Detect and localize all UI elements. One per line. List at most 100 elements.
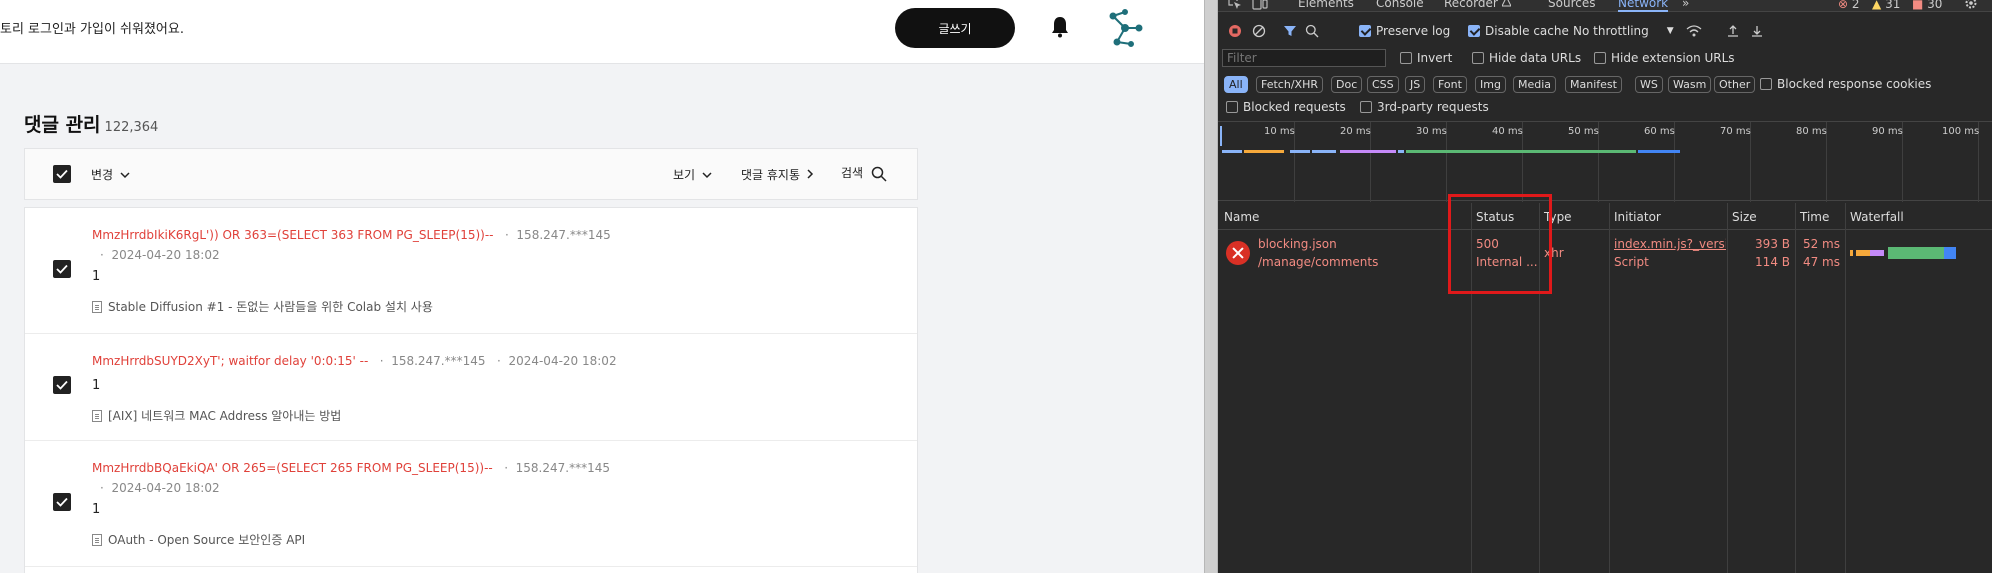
third-party-requests-checkbox[interactable]: 3rd-party requests <box>1360 100 1489 114</box>
type-filter-fetch-xhr[interactable]: Fetch/XHR <box>1256 76 1323 93</box>
issue-count[interactable]: ■ 30 <box>1912 0 1942 11</box>
throttling-value: No throttling <box>1573 24 1649 38</box>
warning-count[interactable]: ▲ 31 <box>1872 0 1900 11</box>
preserve-log-checkbox[interactable]: Preserve log <box>1359 24 1450 38</box>
select-all-checkbox[interactable] <box>53 165 71 183</box>
type-filter-other[interactable]: Other <box>1714 76 1756 93</box>
column-size[interactable]: Size <box>1732 210 1757 224</box>
comment-post-link[interactable]: [AIX] 네트워크 MAC Address 알아내는 방법 <box>92 407 341 424</box>
warning-icon: ▲ <box>1872 0 1882 11</box>
timeline-tick: 20 ms <box>1340 126 1371 137</box>
device-toolbar-icon[interactable] <box>1252 0 1268 10</box>
filter-row: Invert Hide data URLs Hide extension URL… <box>1218 48 1992 70</box>
type-filter-js[interactable]: JS <box>1405 76 1426 93</box>
view-dropdown[interactable]: 보기 <box>673 166 712 183</box>
comment-post-link[interactable]: OAuth - Open Source 보안인증 API <box>92 531 305 548</box>
type-filter-img[interactable]: Img <box>1475 76 1506 93</box>
type-filter-media[interactable]: Media <box>1513 76 1557 93</box>
timeline-marker <box>1220 126 1222 146</box>
type-filter-wasm[interactable]: Wasm <box>1668 76 1712 93</box>
comment-checkbox[interactable] <box>53 376 71 394</box>
import-har-icon[interactable] <box>1726 24 1740 38</box>
type-filter-ws[interactable]: WS <box>1635 76 1663 93</box>
type-filter-all[interactable]: All <box>1224 76 1248 93</box>
trash-link[interactable]: 댓글 휴지통 <box>741 166 814 183</box>
export-har-icon[interactable] <box>1750 24 1764 38</box>
type-filter-doc[interactable]: Doc <box>1331 76 1363 93</box>
blocked-requests-checkbox[interactable]: Blocked requests <box>1226 100 1346 114</box>
error-count[interactable]: ⊗ 2 <box>1838 0 1860 11</box>
timeline-tick: 40 ms <box>1492 126 1523 137</box>
login-notice[interactable]: 토리 로그인과 가입이 쉬워졌어요. <box>0 18 184 37</box>
comment-author[interactable]: MmzHrrdbBQaEkiQA' OR 265=(SELECT 265 FRO… <box>92 461 610 475</box>
filter-icon[interactable] <box>1283 24 1297 38</box>
disable-cache-checkbox[interactable]: Disable cache <box>1468 24 1569 38</box>
meta-separator: · <box>489 354 509 368</box>
column-name[interactable]: Name <box>1224 210 1259 224</box>
comment-author[interactable]: MmzHrrdbIkiK6RgL')) OR 363=(SELECT 363 F… <box>92 228 611 242</box>
timeline-segment <box>1406 150 1636 153</box>
write-button[interactable]: 글쓰기 <box>895 8 1015 48</box>
panel-resize-handle[interactable] <box>1204 0 1218 573</box>
network-toolbar: Preserve log Disable cache No throttling… <box>1218 20 1992 44</box>
comment-author-name: MmzHrrdbSUYD2XyT'; waitfor delay '0:0:15… <box>92 354 369 368</box>
timeline-tick: 50 ms <box>1568 126 1599 137</box>
comment-checkbox[interactable] <box>53 260 71 278</box>
tab-network[interactable]: Network <box>1618 0 1669 12</box>
comment-ip: 158.247.***145 <box>515 461 610 475</box>
request-row[interactable]: blocking.json /manage/comments 500 Inter… <box>1218 231 1992 275</box>
hide-data-urls-checkbox[interactable]: Hide data URLs <box>1472 51 1581 65</box>
type-filter-manifest[interactable]: Manifest <box>1565 76 1622 93</box>
checkmark-icon <box>56 169 68 179</box>
gear-icon[interactable] <box>1964 0 1978 10</box>
comment-ip: 158.247.***145 <box>391 354 486 368</box>
timeline-tick: 10 ms <box>1264 126 1295 137</box>
checkbox-checked-icon <box>1468 25 1480 37</box>
change-dropdown[interactable]: 변경 <box>91 166 130 183</box>
more-tabs-icon[interactable]: » <box>1682 0 1689 10</box>
invert-checkbox[interactable]: Invert <box>1400 51 1452 65</box>
waterfall-download <box>1944 247 1956 259</box>
clear-icon[interactable] <box>1252 24 1266 38</box>
chevron-down-icon <box>120 172 130 179</box>
comment-date: 2024-04-20 18:02 <box>111 248 220 262</box>
tab-sources[interactable]: Sources <box>1548 0 1595 10</box>
view-label: 보기 <box>673 168 696 182</box>
comment-content: 1 <box>92 378 101 393</box>
tab-elements[interactable]: Elements <box>1298 0 1354 10</box>
comment-ip: 158.247.***145 <box>516 228 611 242</box>
filter-input[interactable] <box>1222 49 1386 67</box>
comment-post-link[interactable]: Stable Diffusion #1 - 돈없는 사람들을 위한 Colab … <box>92 298 433 315</box>
comment-checkbox[interactable] <box>53 493 71 511</box>
search-icon <box>871 166 887 182</box>
blocked-response-cookies-label: Blocked response cookies <box>1777 77 1932 91</box>
comment-date-line: · 2024-04-20 18:02 <box>100 248 220 262</box>
checkbox-icon <box>1594 52 1606 64</box>
blocked-response-cookies-checkbox[interactable]: Blocked response cookies <box>1760 77 1931 91</box>
throttling-select[interactable]: No throttling ▼ <box>1573 24 1674 38</box>
network-overview-timeline[interactable]: 10 ms 20 ms 30 ms 40 ms 50 ms 60 ms 70 m… <box>1218 121 1992 202</box>
column-time[interactable]: Time <box>1800 210 1829 224</box>
column-initiator[interactable]: Initiator <box>1614 210 1661 224</box>
timeline-segment <box>1340 150 1396 153</box>
tab-console[interactable]: Console <box>1376 0 1424 10</box>
network-conditions-icon[interactable] <box>1686 24 1702 38</box>
waterfall-ssl <box>1870 250 1884 256</box>
column-waterfall[interactable]: Waterfall <box>1850 210 1904 224</box>
bell-icon[interactable] <box>1051 16 1069 38</box>
profile-logo-icon[interactable] <box>1105 8 1145 48</box>
chevron-right-icon <box>807 169 813 179</box>
search-icon[interactable] <box>1305 24 1319 38</box>
request-waterfall-bar[interactable] <box>1850 247 1970 259</box>
type-filter-font[interactable]: Font <box>1433 76 1467 93</box>
comment-author[interactable]: MmzHrrdbSUYD2XyT'; waitfor delay '0:0:15… <box>92 354 617 368</box>
tab-recorder[interactable]: Recorder <box>1444 0 1512 10</box>
inspect-element-icon[interactable] <box>1228 0 1242 10</box>
comment-count: 122,364 <box>104 120 159 135</box>
type-filter-css[interactable]: CSS <box>1367 76 1399 93</box>
request-initiator-link[interactable]: index.min.js?_versio <box>1614 237 1726 251</box>
error-icon <box>1226 241 1250 265</box>
hide-extension-urls-checkbox[interactable]: Hide extension URLs <box>1594 51 1735 65</box>
record-stop-icon[interactable] <box>1228 24 1242 38</box>
search-button[interactable]: 검색 <box>841 164 887 182</box>
